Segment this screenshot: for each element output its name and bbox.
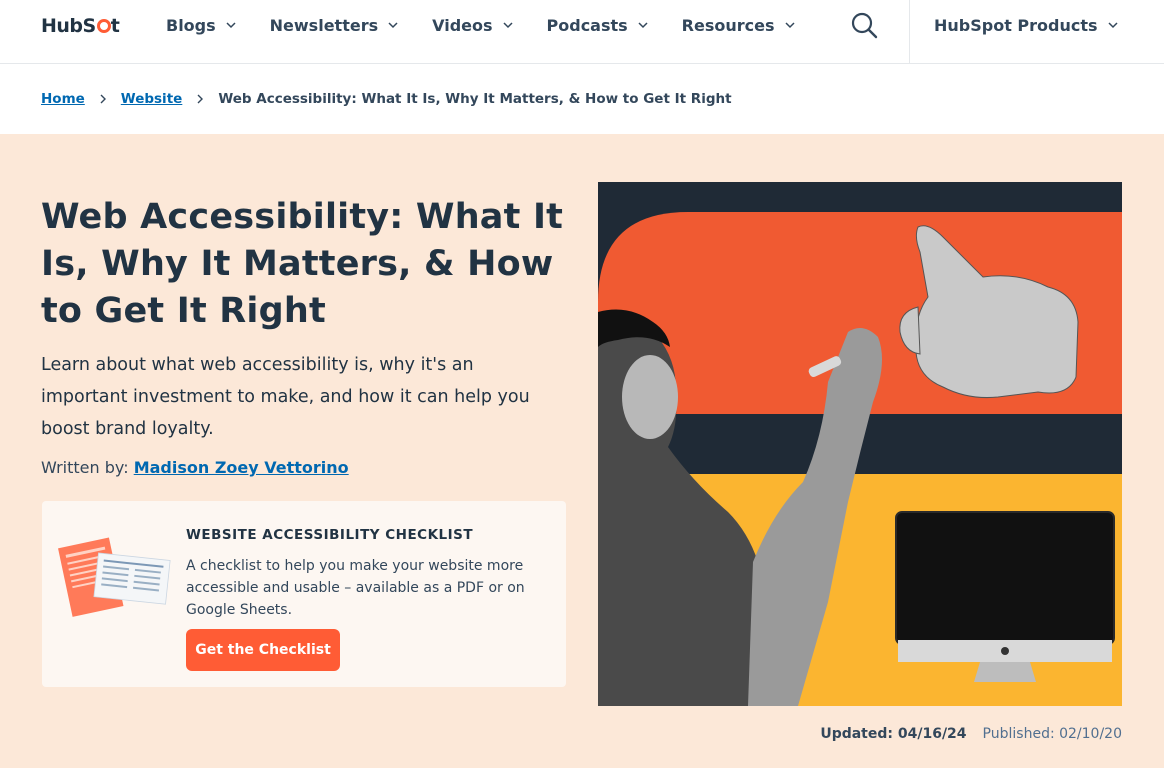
nav-item-resources[interactable]: Resources <box>682 16 796 35</box>
breadcrumb: Home Website Web Accessibility: What It … <box>41 88 732 110</box>
author-link[interactable]: Madison Zoey Vettorino <box>134 458 349 477</box>
cta-heading: WEBSITE ACCESSIBILITY CHECKLIST <box>186 527 474 543</box>
top-navigation: HubS t Blogs Newsletters Videos Podcasts … <box>0 0 1164 64</box>
cta-description: A checklist to help you make your websit… <box>186 558 525 618</box>
nav-item-label: Videos <box>432 15 493 35</box>
page-title: Web Accessibility: What It Is, Why It Ma… <box>41 197 564 331</box>
nav-item-label: Newsletters <box>269 15 379 35</box>
nav-item-newsletters[interactable]: Newsletters <box>270 16 399 35</box>
article-subtitle: Learn about what web accessibility is, w… <box>41 355 530 439</box>
nav-item-podcasts[interactable]: Podcasts <box>547 16 649 35</box>
chevron-down-icon <box>226 22 236 29</box>
nav-item-label: Resources <box>681 15 775 35</box>
nav-divider <box>909 0 910 63</box>
nav-item-label: Blogs <box>166 15 216 35</box>
article-dates: Updated: 04/16/24 Published: 02/10/20 <box>820 726 1122 742</box>
nav-item-label: Podcasts <box>546 15 628 35</box>
nav-item-blogs[interactable]: Blogs <box>166 16 237 35</box>
get-checklist-button[interactable]: Get the Checklist <box>186 629 340 671</box>
byline-prefix: Written by: <box>41 458 129 477</box>
hubspot-logo[interactable]: HubS t <box>41 12 120 40</box>
nav-menu: Blogs Newsletters Videos Podcasts Resour… <box>166 0 829 50</box>
checklist-thumbnail-image <box>58 537 171 617</box>
chevron-down-icon <box>638 22 648 29</box>
logo-text-start: HubS <box>41 15 96 37</box>
checklist-cta-card: WEBSITE ACCESSIBILITY CHECKLIST A checkl… <box>42 501 566 687</box>
hubspot-products-menu[interactable]: HubSpot Products <box>934 0 1119 50</box>
chevron-down-icon <box>502 22 513 29</box>
chevron-right-icon <box>197 94 204 104</box>
chevron-down-icon <box>1108 22 1118 29</box>
breadcrumb-home-link[interactable]: Home <box>41 91 85 107</box>
chevron-down-icon <box>388 22 398 29</box>
breadcrumb-website-link[interactable]: Website <box>121 91 183 107</box>
logo-text-end: t <box>110 15 120 37</box>
article-featured-image <box>598 182 1122 706</box>
updated-date: Updated: 04/16/24 <box>820 726 967 742</box>
published-date: Published: 02/10/20 <box>982 726 1122 742</box>
chevron-down-icon <box>784 22 795 29</box>
nav-item-videos[interactable]: Videos <box>432 16 513 35</box>
author-byline: Written by: Madison Zoey Vettorino <box>41 458 349 477</box>
search-icon[interactable] <box>848 9 882 43</box>
sprocket-icon <box>96 19 111 33</box>
chevron-right-icon <box>100 94 106 104</box>
products-label: HubSpot Products <box>934 15 1098 35</box>
breadcrumb-current: Web Accessibility: What It Is, Why It Ma… <box>218 91 732 107</box>
